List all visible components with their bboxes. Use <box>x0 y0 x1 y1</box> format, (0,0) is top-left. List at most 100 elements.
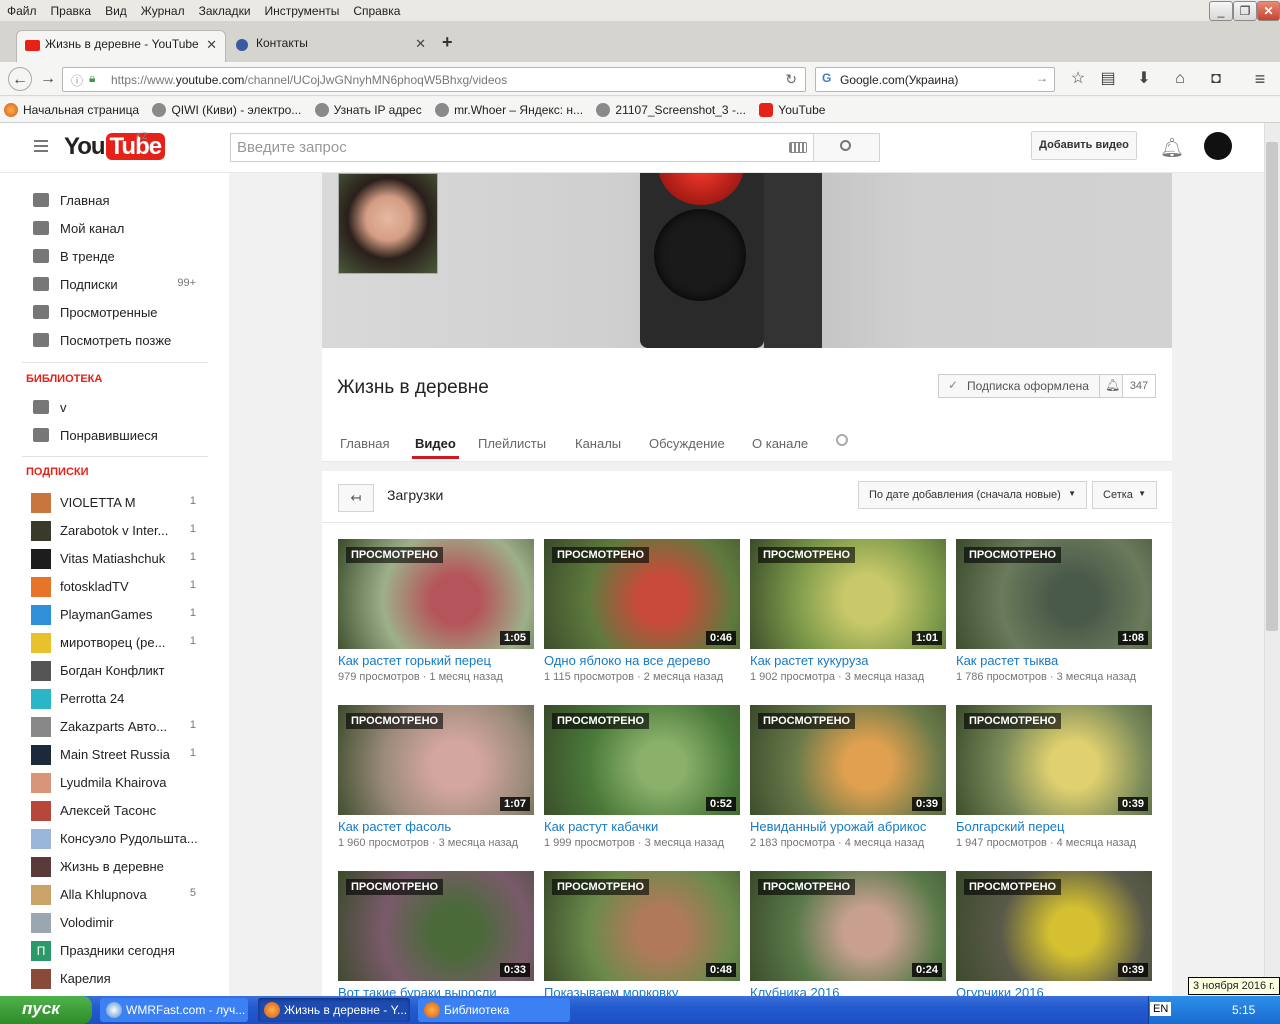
bookmark-star-icon[interactable]: ☆ <box>1066 67 1090 91</box>
tray-icons[interactable] <box>1180 1003 1230 1017</box>
video-card[interactable]: ПРОСМОТРЕНО 0:39 Невиданный урожай абрикос… <box>750 705 946 865</box>
notifications-bell-icon[interactable]: 🔔︎ <box>1160 136 1184 160</box>
youtube-logo[interactable]: You Tube KZ <box>64 131 166 161</box>
video-title[interactable]: Как растет тыква <box>956 653 1152 668</box>
video-card[interactable]: ПРОСМОТРЕНО 1:07 Как растет фасоль 1 960 пр… <box>338 705 534 865</box>
sidebar-item-2[interactable]: В тренде <box>0 242 229 270</box>
video-title[interactable]: Показываем морковку <box>544 985 740 996</box>
channel-search-icon[interactable] <box>836 434 848 446</box>
user-avatar[interactable] <box>1204 132 1232 160</box>
page-scrollbar-thumb[interactable] <box>1266 142 1278 631</box>
video-card[interactable]: ПРОСМОТРЕНО 0:24 Клубника 2016 <box>750 871 946 996</box>
channel-tab-0[interactable]: Главная <box>340 436 389 451</box>
sidebar-subscription-0[interactable]: VIOLETTA M 1 <box>0 488 229 516</box>
video-thumbnail[interactable]: ПРОСМОТРЕНО 1:08 <box>956 539 1152 649</box>
sidebar-subscription-1[interactable]: Zarabotok v Inter... 1 <box>0 516 229 544</box>
menu-file[interactable]: Файл <box>0 0 44 22</box>
task-youtube[interactable]: Жизнь в деревне - Y... <box>258 998 410 1022</box>
new-tab-button[interactable]: + <box>442 32 453 53</box>
add-video-button[interactable]: Добавить видео <box>1031 131 1137 160</box>
video-card[interactable]: ПРОСМОТРЕНО 0:33 Вот такие бураки выросли <box>338 871 534 996</box>
view-mode-dropdown[interactable]: Сетка ▼ <box>1092 481 1157 509</box>
channel-tab-5[interactable]: О канале <box>752 436 808 451</box>
video-card[interactable]: ПРОСМОТРЕНО 1:08 Как растет тыква 1 786 про… <box>956 539 1152 699</box>
downloads-icon[interactable]: ⬇ <box>1132 67 1156 91</box>
sort-dropdown[interactable]: По дате добавления (сначала новые) ▼ <box>858 481 1087 509</box>
video-title[interactable]: Вот такие бураки выросли <box>338 985 534 996</box>
close-tab-icon[interactable]: ✕ <box>415 36 426 52</box>
video-card[interactable]: ПРОСМОТРЕНО 0:46 Одно яблоко на все дерево… <box>544 539 740 699</box>
sidebar-subscription-2[interactable]: Vitas Matiashchuk 1 <box>0 544 229 572</box>
reload-icon[interactable]: ↻ <box>785 71 797 88</box>
bookmark-qiwi[interactable]: QIWI (Киви) - электро... <box>148 97 307 117</box>
video-thumbnail[interactable]: ПРОСМОТРЕНО 0:39 <box>750 705 946 815</box>
subscribed-button[interactable]: ✓ Подписка оформлена <box>938 374 1100 398</box>
sidebar-item-4[interactable]: Просмотренные <box>0 298 229 326</box>
video-card[interactable]: ПРОСМОТРЕНО 1:01 Как растет кукуруза 1 902 … <box>750 539 946 699</box>
channel-tab-4[interactable]: Обсуждение <box>649 436 725 451</box>
menu-view[interactable]: Вид <box>98 0 134 22</box>
start-button[interactable]: пуск <box>0 996 92 1024</box>
search-bar[interactable]: G Google.com(Украина) → <box>815 67 1055 92</box>
bookmark-whoer[interactable]: mr.Whoer – Яндекс: н... <box>431 97 589 117</box>
menu-hamburger-icon[interactable]: ≡ <box>1248 67 1272 91</box>
video-thumbnail[interactable]: ПРОСМОТРЕНО 0:39 <box>956 705 1152 815</box>
sidebar-subscription-3[interactable]: fotoskladTV 1 <box>0 572 229 600</box>
channel-title[interactable]: Жизнь в деревне <box>337 377 489 399</box>
close-window-button[interactable]: ✕ <box>1257 1 1280 21</box>
video-title[interactable]: Одно яблоко на все дерево <box>544 653 740 668</box>
menu-help[interactable]: Справка <box>346 0 407 22</box>
bookmark-home[interactable]: Начальная страница <box>0 97 145 117</box>
sidebar-library-item-0[interactable]: v <box>0 393 229 421</box>
sidebar-subscription-4[interactable]: PlaymanGames 1 <box>0 600 229 628</box>
task-wmrfast[interactable]: WMRFast.com - луч... <box>100 998 248 1022</box>
video-card[interactable]: ПРОСМОТРЕНО 0:52 Как растут кабачки 1 999 п… <box>544 705 740 865</box>
maximize-button[interactable]: ❐ <box>1233 1 1257 21</box>
youtube-search-button[interactable] <box>813 133 880 162</box>
language-indicator[interactable]: EN <box>1150 1002 1172 1016</box>
video-thumbnail[interactable]: ПРОСМОТРЕНО 0:33 <box>338 871 534 981</box>
sidebar-item-1[interactable]: Мой канал <box>0 214 229 242</box>
forward-button[interactable]: → <box>36 67 60 91</box>
search-go-icon[interactable]: → <box>1036 71 1048 85</box>
sidebar-item-0[interactable]: Главная <box>0 186 229 214</box>
video-title[interactable]: Клубника 2016 <box>750 985 946 996</box>
menu-bookmarks[interactable]: Закладки <box>192 0 258 22</box>
video-title[interactable]: Болгарский перец <box>956 819 1152 834</box>
keyboard-icon[interactable] <box>789 142 807 153</box>
video-title[interactable]: Как растут кабачки <box>544 819 740 834</box>
sidebar-subscription-7[interactable]: Perrotta 24 <box>0 684 229 712</box>
video-title[interactable]: Как растет горький перец <box>338 653 534 668</box>
video-title[interactable]: Как растет кукуруза <box>750 653 946 668</box>
sidebar-subscription-14[interactable]: Alla Khlupnova 5 <box>0 880 229 908</box>
guide-menu-icon[interactable] <box>34 140 48 152</box>
sidebar-library-item-1[interactable]: Понравившиеся <box>0 421 229 449</box>
channel-tab-2[interactable]: Плейлисты <box>478 436 546 451</box>
sidebar-subscription-9[interactable]: Main Street Russia 1 <box>0 740 229 768</box>
video-title[interactable]: Как растет фасоль <box>338 819 534 834</box>
info-icon[interactable]: ⓘ <box>71 72 83 89</box>
video-thumbnail[interactable]: ПРОСМОТРЕНО 0:52 <box>544 705 740 815</box>
close-tab-icon[interactable]: ✕ <box>206 37 217 53</box>
video-thumbnail[interactable]: ПРОСМОТРЕНО 1:07 <box>338 705 534 815</box>
menu-tools[interactable]: Инструменты <box>258 0 347 22</box>
sidebar-subscription-5[interactable]: миротворец (ре... 1 <box>0 628 229 656</box>
video-card[interactable]: ПРОСМОТРЕНО 0:39 Огурчики 2016 <box>956 871 1152 996</box>
video-card[interactable]: ПРОСМОТРЕНО 1:05 Как растет горький перец 9… <box>338 539 534 699</box>
sidebar-item-3[interactable]: Подписки 99+ <box>0 270 229 298</box>
clock[interactable]: 5:15 <box>1232 1003 1255 1017</box>
sidebar-subscription-8[interactable]: Zakazparts Авто... 1 <box>0 712 229 740</box>
video-thumbnail[interactable]: ПРОСМОТРЕНО 0:24 <box>750 871 946 981</box>
video-thumbnail[interactable]: ПРОСМОТРЕНО 0:46 <box>544 539 740 649</box>
tab-youtube[interactable]: Жизнь в деревне - YouTube ✕ <box>16 30 226 62</box>
video-title[interactable]: Огурчики 2016 <box>956 985 1152 996</box>
back-arrow-button[interactable]: ↤ <box>338 484 374 512</box>
sidebar-subscription-15[interactable]: Volodimir <box>0 908 229 936</box>
video-card[interactable]: ПРОСМОТРЕНО 0:39 Болгарский перец 1 947 про… <box>956 705 1152 865</box>
bookmark-youtube[interactable]: YouTube <box>755 97 831 117</box>
sidebar-subscription-13[interactable]: Жизнь в деревне <box>0 852 229 880</box>
pocket-icon[interactable]: ◘ <box>1204 67 1228 91</box>
bookmarks-library-icon[interactable]: ▤ <box>1096 67 1120 91</box>
channel-tab-1[interactable]: Видео <box>412 436 459 459</box>
bookmark-ip[interactable]: Узнать IP адрес <box>311 97 428 117</box>
